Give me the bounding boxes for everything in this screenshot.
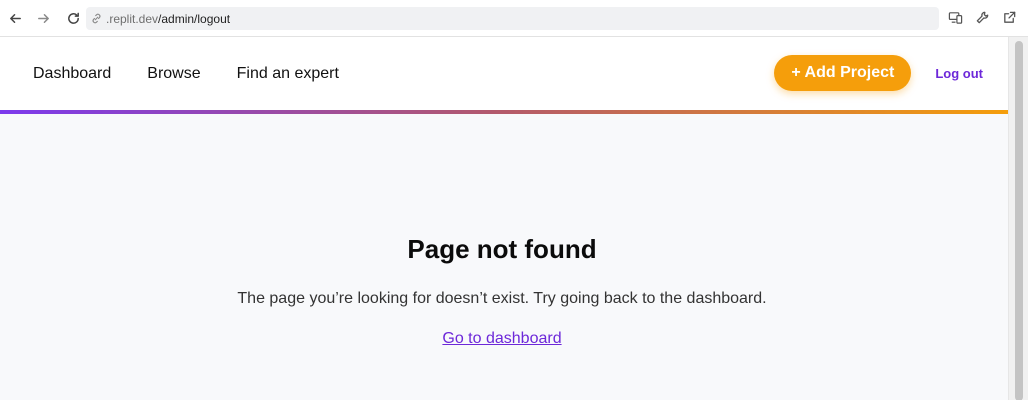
devices-icon[interactable] (947, 9, 964, 26)
back-arrow-icon[interactable] (2, 5, 28, 31)
logout-link[interactable]: Log out (935, 66, 983, 81)
app-header: Dashboard Browse Find an expert + Add Pr… (0, 37, 1008, 111)
open-external-icon[interactable] (1001, 9, 1018, 26)
vertical-scrollbar[interactable] (1008, 37, 1028, 400)
go-to-dashboard-link[interactable]: Go to dashboard (442, 330, 561, 347)
browser-toolbar: .replit.dev/admin/logout (0, 0, 1028, 37)
nav-dashboard[interactable]: Dashboard (33, 65, 111, 83)
url-host: .replit.dev (106, 11, 159, 26)
nav-find-expert[interactable]: Find an expert (237, 65, 339, 83)
address-bar[interactable]: .replit.dev/admin/logout (86, 7, 939, 30)
main-nav: Dashboard Browse Find an expert (33, 65, 375, 83)
wrench-icon[interactable] (974, 9, 991, 26)
nav-browse[interactable]: Browse (147, 65, 200, 83)
url-path: /admin/logout (158, 11, 231, 26)
add-project-button[interactable]: + Add Project (774, 55, 912, 91)
reload-icon[interactable] (60, 5, 86, 31)
not-found-message: The page you’re looking for doesn’t exis… (237, 290, 767, 307)
main-content: Page not found The page you’re looking f… (0, 114, 1008, 400)
forward-arrow-icon[interactable] (30, 5, 56, 31)
scrollbar-thumb[interactable] (1015, 41, 1023, 400)
link-icon (90, 12, 103, 25)
page-title: Page not found (407, 234, 597, 264)
